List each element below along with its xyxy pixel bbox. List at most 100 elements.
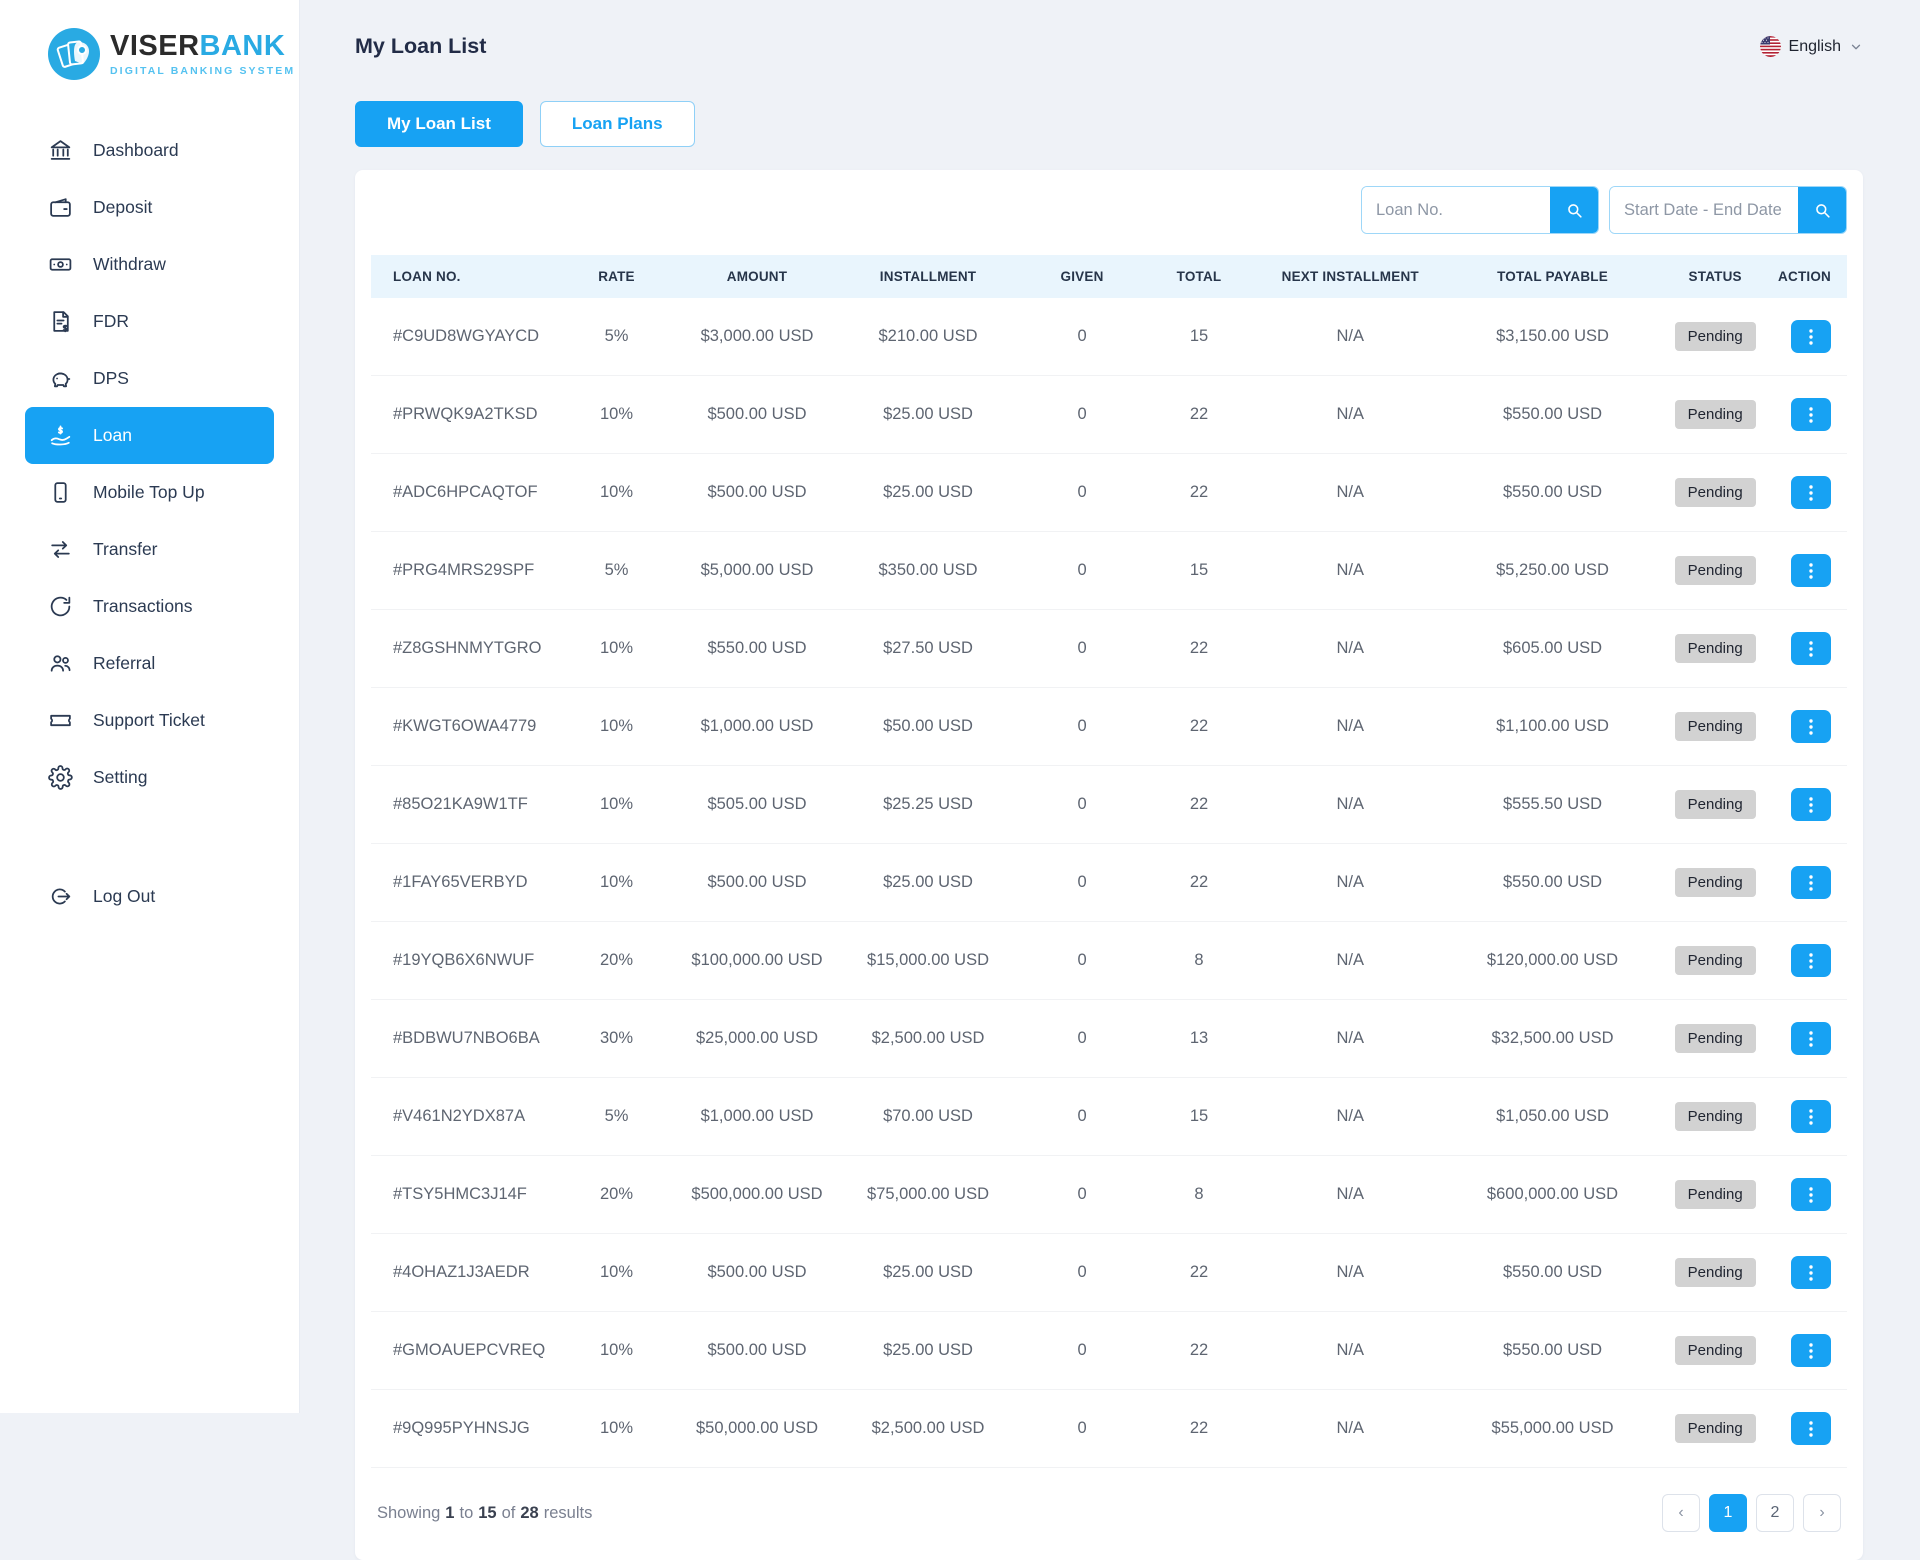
loan-no-cell: #4OHAZ1J3AEDR <box>371 1234 553 1312</box>
row-actions-button[interactable] <box>1791 1334 1831 1367</box>
vertical-ellipsis-icon <box>1803 484 1819 502</box>
action-cell <box>1770 376 1847 454</box>
date-range-filter <box>1609 186 1847 234</box>
status-badge: Pending <box>1675 868 1756 897</box>
sidebar-item-transfer[interactable]: Transfer <box>25 521 274 578</box>
row-actions-button[interactable] <box>1791 554 1831 587</box>
showing-word: Showing <box>377 1504 440 1523</box>
next-installment-cell: N/A <box>1256 1156 1445 1234</box>
sidebar-item-mobile-top-up[interactable]: Mobile Top Up <box>25 464 274 521</box>
hand-dollar-icon <box>48 423 73 448</box>
vertical-ellipsis-icon <box>1803 328 1819 346</box>
brand-logo[interactable]: VISERBANK DIGITAL BANKING SYSTEM <box>0 28 299 80</box>
sidebar-item-label: Log Out <box>93 886 155 907</box>
loan-no-cell: #BDBWU7NBO6BA <box>371 1000 553 1078</box>
vertical-ellipsis-icon <box>1803 640 1819 658</box>
tab-loan-plans[interactable]: Loan Plans <box>540 101 695 147</box>
total-cell: 22 <box>1142 454 1256 532</box>
rate-cell: 10% <box>553 376 680 454</box>
row-actions-button[interactable] <box>1791 788 1831 821</box>
language-selector[interactable]: English <box>1760 36 1863 57</box>
total-cell: 22 <box>1142 1234 1256 1312</box>
sidebar-item-referral[interactable]: Referral <box>25 635 274 692</box>
table-row: #GMOAUEPCVREQ 10% $500.00 USD $25.00 USD… <box>371 1312 1847 1390</box>
piggy-bank-icon <box>48 366 73 391</box>
table-row: #V461N2YDX87A 5% $1,000.00 USD $70.00 US… <box>371 1078 1847 1156</box>
vertical-ellipsis-icon <box>1803 718 1819 736</box>
banknote-icon <box>48 252 73 277</box>
vertical-ellipsis-icon <box>1803 562 1819 580</box>
sidebar-item-setting[interactable]: Setting <box>25 749 274 806</box>
ticket-icon <box>48 708 73 733</box>
row-actions-button[interactable] <box>1791 1412 1831 1445</box>
row-actions-button[interactable] <box>1791 944 1831 977</box>
date-range-search-button[interactable] <box>1798 187 1846 233</box>
sidebar-item-transactions[interactable]: Transactions <box>25 578 274 635</box>
row-actions-button[interactable] <box>1791 476 1831 509</box>
sidebar-item-withdraw[interactable]: Withdraw <box>25 236 274 293</box>
refresh-icon <box>48 594 73 619</box>
loan-no-input[interactable] <box>1362 187 1550 233</box>
row-actions-button[interactable] <box>1791 320 1831 353</box>
total-payable-cell: $120,000.00 USD <box>1445 922 1661 1000</box>
table-row: #19YQB6X6NWUF 20% $100,000.00 USD $15,00… <box>371 922 1847 1000</box>
amount-cell: $550.00 USD <box>680 610 834 688</box>
status-cell: Pending <box>1660 1000 1770 1078</box>
rate-cell: 5% <box>553 1078 680 1156</box>
given-cell: 0 <box>1022 376 1142 454</box>
bank-icon <box>48 138 73 163</box>
vertical-ellipsis-icon <box>1803 1420 1819 1438</box>
installment-cell: $27.50 USD <box>834 610 1022 688</box>
row-actions-button[interactable] <box>1791 398 1831 431</box>
total-payable-cell: $55,000.00 USD <box>1445 1390 1661 1468</box>
amount-cell: $500.00 USD <box>680 376 834 454</box>
rate-cell: 10% <box>553 844 680 922</box>
sidebar-item-dps[interactable]: DPS <box>25 350 274 407</box>
sidebar-item-fdr[interactable]: FDR <box>25 293 274 350</box>
next-installment-cell: N/A <box>1256 1234 1445 1312</box>
action-cell <box>1770 1000 1847 1078</box>
tab-my-loan-list[interactable]: My Loan List <box>355 101 523 147</box>
sidebar-menu: Dashboard Deposit Withdraw FDR DPS <box>0 122 299 806</box>
row-actions-button[interactable] <box>1791 632 1831 665</box>
sidebar-item-dashboard[interactable]: Dashboard <box>25 122 274 179</box>
installment-cell: $70.00 USD <box>834 1078 1022 1156</box>
installment-cell: $25.00 USD <box>834 1234 1022 1312</box>
column-header-loan-no: Loan No. <box>371 255 553 298</box>
sidebar-item-label: Support Ticket <box>93 710 205 731</box>
amount-cell: $500,000.00 USD <box>680 1156 834 1234</box>
sidebar-item-log-out[interactable]: Log Out <box>25 868 274 925</box>
row-actions-button[interactable] <box>1791 866 1831 899</box>
sidebar-item-support-ticket[interactable]: Support Ticket <box>25 692 274 749</box>
pagination-prev-button[interactable]: ‹ <box>1662 1494 1700 1532</box>
status-badge: Pending <box>1675 1414 1756 1443</box>
sidebar-item-loan[interactable]: Loan <box>25 407 274 464</box>
pagination-next-button[interactable]: › <box>1803 1494 1841 1532</box>
loan-no-search-button[interactable] <box>1550 187 1598 233</box>
table-row: #TSY5HMC3J14F 20% $500,000.00 USD $75,00… <box>371 1156 1847 1234</box>
total-cell: 8 <box>1142 1156 1256 1234</box>
sidebar-item-deposit[interactable]: Deposit <box>25 179 274 236</box>
row-actions-button[interactable] <box>1791 1100 1831 1133</box>
amount-cell: $25,000.00 USD <box>680 1000 834 1078</box>
installment-cell: $25.00 USD <box>834 454 1022 532</box>
loan-no-cell: #KWGT6OWA4779 <box>371 688 553 766</box>
next-installment-cell: N/A <box>1256 454 1445 532</box>
row-actions-button[interactable] <box>1791 710 1831 743</box>
row-actions-button[interactable] <box>1791 1178 1831 1211</box>
loan-no-cell: #1FAY65VERBYD <box>371 844 553 922</box>
rate-cell: 5% <box>553 532 680 610</box>
loan-no-cell: #PRWQK9A2TKSD <box>371 376 553 454</box>
showing-to: 15 <box>478 1504 496 1523</box>
pagination-page-1-button[interactable]: 1 <box>1709 1494 1747 1532</box>
installment-cell: $25.00 USD <box>834 376 1022 454</box>
pagination-page-2-button[interactable]: 2 <box>1756 1494 1794 1532</box>
rate-cell: 10% <box>553 610 680 688</box>
sidebar-item-label: Transfer <box>93 539 158 560</box>
vertical-ellipsis-icon <box>1803 1264 1819 1282</box>
amount-cell: $500.00 USD <box>680 844 834 922</box>
installment-cell: $75,000.00 USD <box>834 1156 1022 1234</box>
row-actions-button[interactable] <box>1791 1256 1831 1289</box>
row-actions-button[interactable] <box>1791 1022 1831 1055</box>
date-range-input[interactable] <box>1610 187 1798 233</box>
